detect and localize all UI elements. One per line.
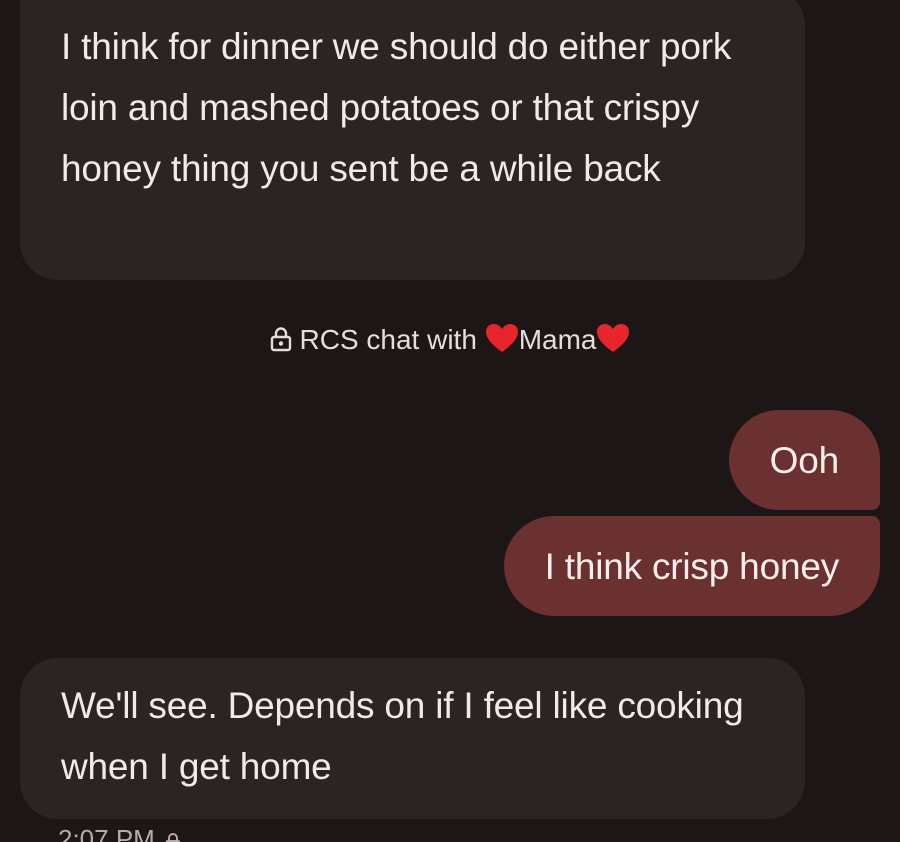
chat-info-prefix: RCS chat with [299,324,477,355]
message-timestamp: 2:07 PM [58,824,181,842]
timestamp-text: 2:07 PM [58,824,155,842]
outgoing-message-bubble[interactable]: I think crisp honey [503,516,880,616]
message-text: We'll see. Depends on if I feel like coo… [61,685,744,787]
message-text: Ooh [769,440,840,481]
incoming-message-bubble[interactable]: I think for dinner we should do either p… [20,0,805,280]
message-text: I think for dinner we should do either p… [61,26,732,189]
message-text: I think crisp honey [544,546,840,587]
outgoing-message-bubble[interactable]: Ooh [728,410,880,510]
incoming-message-bubble[interactable]: We'll see. Depends on if I feel like coo… [20,658,805,819]
red-heart-icon [485,320,519,368]
lock-icon [165,828,181,842]
rcs-chat-info[interactable]: RCS chat with Mama [0,316,900,368]
red-heart-icon [596,320,630,368]
conversation-view: I think for dinner we should do either p… [0,0,900,842]
lock-icon [270,319,292,367]
contact-name: Mama [518,324,597,355]
